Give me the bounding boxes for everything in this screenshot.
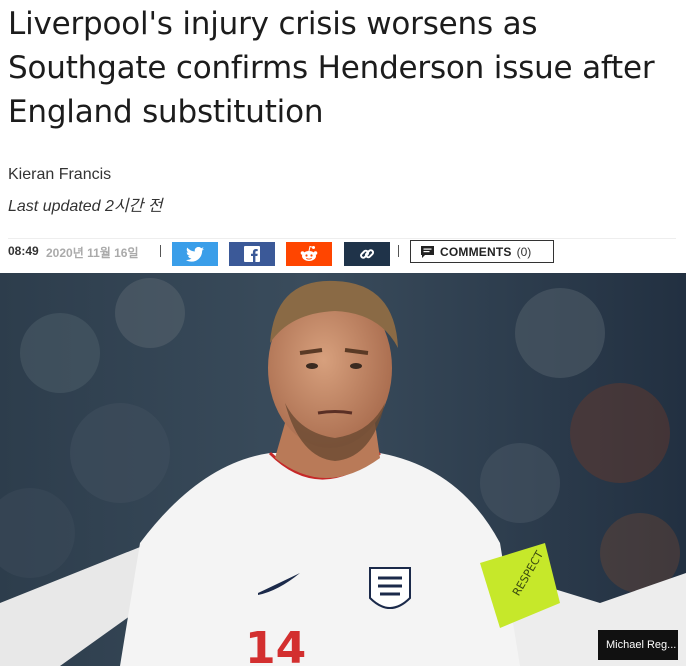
copy-link-button[interactable] bbox=[344, 242, 390, 266]
image-credit: Michael Reg... bbox=[598, 630, 678, 660]
publish-date: 2020년 11월 16일 bbox=[46, 246, 139, 260]
reddit-share-button[interactable] bbox=[286, 242, 332, 266]
link-icon bbox=[360, 249, 375, 259]
divider bbox=[160, 245, 161, 257]
comment-icon bbox=[421, 245, 434, 258]
twitter-icon bbox=[186, 246, 204, 262]
comments-count: (0) bbox=[516, 244, 532, 259]
last-updated: Last updated 2시간 전 bbox=[8, 198, 163, 215]
facebook-icon bbox=[244, 246, 260, 262]
player-photo: 14 RESPECT bbox=[0, 273, 686, 666]
article-hero-image: 14 RESPECT Michael Reg... bbox=[0, 273, 686, 666]
divider bbox=[398, 245, 399, 257]
twitter-share-button[interactable] bbox=[172, 242, 218, 266]
comments-label: COMMENTS bbox=[440, 244, 512, 259]
author-name[interactable]: Kieran Francis bbox=[8, 166, 111, 184]
reddit-icon bbox=[300, 245, 318, 261]
svg-text:14: 14 bbox=[245, 623, 306, 666]
article-headline: Liverpool's injury crisis worsens as Sou… bbox=[8, 6, 655, 130]
share-bar: 08:49 2020년 11월 16일 COMMENTS (0) bbox=[8, 238, 676, 266]
comments-button[interactable]: COMMENTS (0) bbox=[410, 240, 554, 263]
facebook-share-button[interactable] bbox=[229, 242, 275, 266]
publish-time: 08:49 bbox=[8, 244, 39, 258]
